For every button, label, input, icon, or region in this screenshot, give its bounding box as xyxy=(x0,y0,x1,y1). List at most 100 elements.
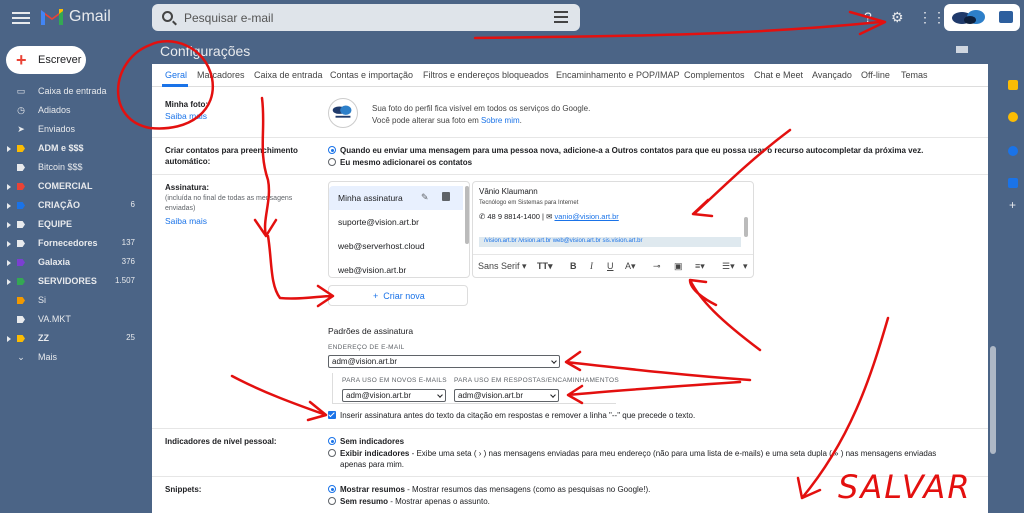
replies-select[interactable]: adm@vision.art.br xyxy=(454,389,559,402)
signature-email-link[interactable]: vanio@vision.art.br xyxy=(554,212,618,221)
expand-caret-icon[interactable] xyxy=(7,260,11,266)
trash-icon[interactable] xyxy=(442,192,450,201)
help-icon[interactable]: ? xyxy=(864,9,872,25)
sidebar-item-servidores[interactable]: SERVIDORES 1.507 xyxy=(0,272,145,291)
sidebar-item-label: SERVIDORES xyxy=(38,276,97,286)
tab-temas[interactable]: Temas xyxy=(901,70,928,80)
photo-learn-more-link[interactable]: Saiba mais xyxy=(165,111,207,121)
expand-caret-icon[interactable] xyxy=(7,203,11,209)
gear-icon[interactable]: ⚙ xyxy=(891,9,904,26)
list-icon[interactable]: ☰▾ xyxy=(722,261,735,272)
show-snippets-radio[interactable] xyxy=(328,485,336,493)
sidebar-item-inbox[interactable]: ▭ Caixa de entrada xyxy=(0,82,145,101)
tab-encaminhamento[interactable]: Encaminhamento e POP/IMAP xyxy=(556,70,680,80)
unread-count: 6 xyxy=(130,200,135,209)
signature-label: Assinatura: xyxy=(165,183,210,192)
no-snippets-desc: - Mostrar apenas o assunto. xyxy=(388,497,490,506)
font-family-select[interactable]: Sans Serif ▾ xyxy=(478,261,527,272)
apps-grid-icon[interactable]: ⋮⋮ xyxy=(918,9,946,26)
insert-before-checkbox[interactable] xyxy=(328,411,336,419)
tab-offline[interactable]: Off-line xyxy=(861,70,890,80)
account-avatar[interactable] xyxy=(999,11,1013,23)
profile-photo[interactable] xyxy=(328,98,358,128)
tab-filtros[interactable]: Filtros e endereços bloqueados xyxy=(423,70,549,80)
sidebar-item-bitcoin[interactable]: Bitcoin $$$ xyxy=(0,158,145,177)
signature-item[interactable]: web@vision.art.br xyxy=(329,258,463,282)
link-icon[interactable]: ⊸ xyxy=(653,261,661,272)
sidebar-item-fornecedores[interactable]: Fornecedores 137 xyxy=(0,234,145,253)
search-input[interactable] xyxy=(184,9,544,26)
search-bar[interactable] xyxy=(152,4,580,31)
font-size-icon[interactable]: TT▾ xyxy=(537,261,553,272)
keep-icon[interactable] xyxy=(1008,112,1018,122)
contacts-option2: Eu mesmo adicionarei os contatos xyxy=(340,158,473,167)
sidebar-item-adm[interactable]: ADM e $$$ xyxy=(0,139,145,158)
calendar-icon[interactable] xyxy=(1008,80,1018,90)
sidebar-item-zz[interactable]: ZZ 25 xyxy=(0,329,145,348)
contacts-icon[interactable] xyxy=(1008,178,1018,188)
sidebar-item-label: CRIAÇÃO xyxy=(38,200,80,210)
sidebar-item-vamkt[interactable]: VA.MKT xyxy=(0,310,145,329)
about-me-link[interactable]: Sobre mim xyxy=(481,116,520,125)
sidebar-item-criacao[interactable]: CRIAÇÃO 6 xyxy=(0,196,145,215)
new-emails-select[interactable]: adm@vision.art.br xyxy=(342,389,446,402)
signature-learn-more-link[interactable]: Saiba mais xyxy=(165,216,207,226)
expand-caret-icon[interactable] xyxy=(7,336,11,342)
font-family-value: Sans Serif xyxy=(478,261,520,271)
settings-scrollbar[interactable] xyxy=(990,346,996,454)
image-icon[interactable]: ▣ xyxy=(674,261,683,272)
contacts-auto-radio[interactable] xyxy=(328,146,336,154)
tasks-icon[interactable] xyxy=(1008,146,1018,156)
sidebar-item-label: EQUIPE xyxy=(38,219,73,229)
tab-complementos[interactable]: Complementos xyxy=(684,70,745,80)
no-snippets-radio[interactable] xyxy=(328,497,336,505)
section-divider xyxy=(152,174,988,175)
bold-icon[interactable]: B xyxy=(570,261,577,271)
signature-list-scrollbar[interactable] xyxy=(465,186,469,244)
tab-avancado[interactable]: Avançado xyxy=(812,70,852,80)
expand-caret-icon[interactable] xyxy=(7,222,11,228)
contacts-manual-radio[interactable] xyxy=(328,158,336,166)
sidebar-item-si[interactable]: Si xyxy=(0,291,145,310)
underline-icon[interactable]: U xyxy=(607,261,614,271)
plus-icon: + xyxy=(373,291,379,301)
sidebar-item-sent[interactable]: ➤ Enviados xyxy=(0,120,145,139)
tab-geral[interactable]: Geral xyxy=(165,70,187,80)
tab-contas[interactable]: Contas e importação xyxy=(330,70,413,80)
tab-caixa-de-entrada[interactable]: Caixa de entrada xyxy=(254,70,323,80)
main-menu-icon[interactable] xyxy=(12,9,30,25)
tab-chat-meet[interactable]: Chat e Meet xyxy=(754,70,803,80)
expand-caret-icon[interactable] xyxy=(7,184,11,190)
tab-marcadores[interactable]: Marcadores xyxy=(197,70,245,80)
expand-caret-icon[interactable] xyxy=(7,279,11,285)
sidebar-item-galaxia[interactable]: Galaxia 376 xyxy=(0,253,145,272)
expand-caret-icon[interactable] xyxy=(7,146,11,152)
density-icon[interactable] xyxy=(956,46,968,53)
sidebar-item-equipe[interactable]: EQUIPE xyxy=(0,215,145,234)
more-formatting-icon[interactable]: ▾ xyxy=(743,261,748,272)
sidebar-item-snoozed[interactable]: ◷ Adiados xyxy=(0,101,145,120)
signature-item[interactable]: suporte@vision.art.br xyxy=(329,210,463,234)
sidebar-item-comercial[interactable]: COMERCIAL xyxy=(0,177,145,196)
gmail-logo-icon[interactable] xyxy=(40,7,64,26)
italic-icon[interactable]: I xyxy=(590,261,593,271)
sidebar-item-more[interactable]: ⌄ Mais xyxy=(0,348,145,367)
account-switcher[interactable] xyxy=(944,4,1020,31)
create-signature-button[interactable]: + Criar nova xyxy=(328,285,468,306)
email-address-select[interactable]: adm@vision.art.br xyxy=(328,355,560,368)
search-icon[interactable] xyxy=(162,11,173,22)
editor-scrollbar[interactable] xyxy=(744,217,748,237)
align-icon[interactable]: ≡▾ xyxy=(695,261,705,272)
compose-button[interactable]: + Escrever xyxy=(6,46,86,74)
show-indicators-radio[interactable] xyxy=(328,449,336,457)
pencil-icon[interactable]: ✎ xyxy=(421,192,431,202)
signature-item[interactable]: web@serverhost.cloud xyxy=(329,234,463,258)
no-indicators-radio[interactable] xyxy=(328,437,336,445)
signature-editor[interactable]: Vânio Klaumann Tecnólogo em Sistemas par… xyxy=(472,181,754,278)
search-options-icon[interactable] xyxy=(554,11,568,23)
add-addon-icon[interactable]: + xyxy=(1009,198,1016,212)
text-color-icon[interactable]: A▾ xyxy=(625,261,636,272)
expand-caret-icon[interactable] xyxy=(7,241,11,247)
signature-item[interactable]: Minha assinatura ✎ xyxy=(329,186,463,210)
email-address-value: adm@vision.art.br xyxy=(332,357,398,366)
